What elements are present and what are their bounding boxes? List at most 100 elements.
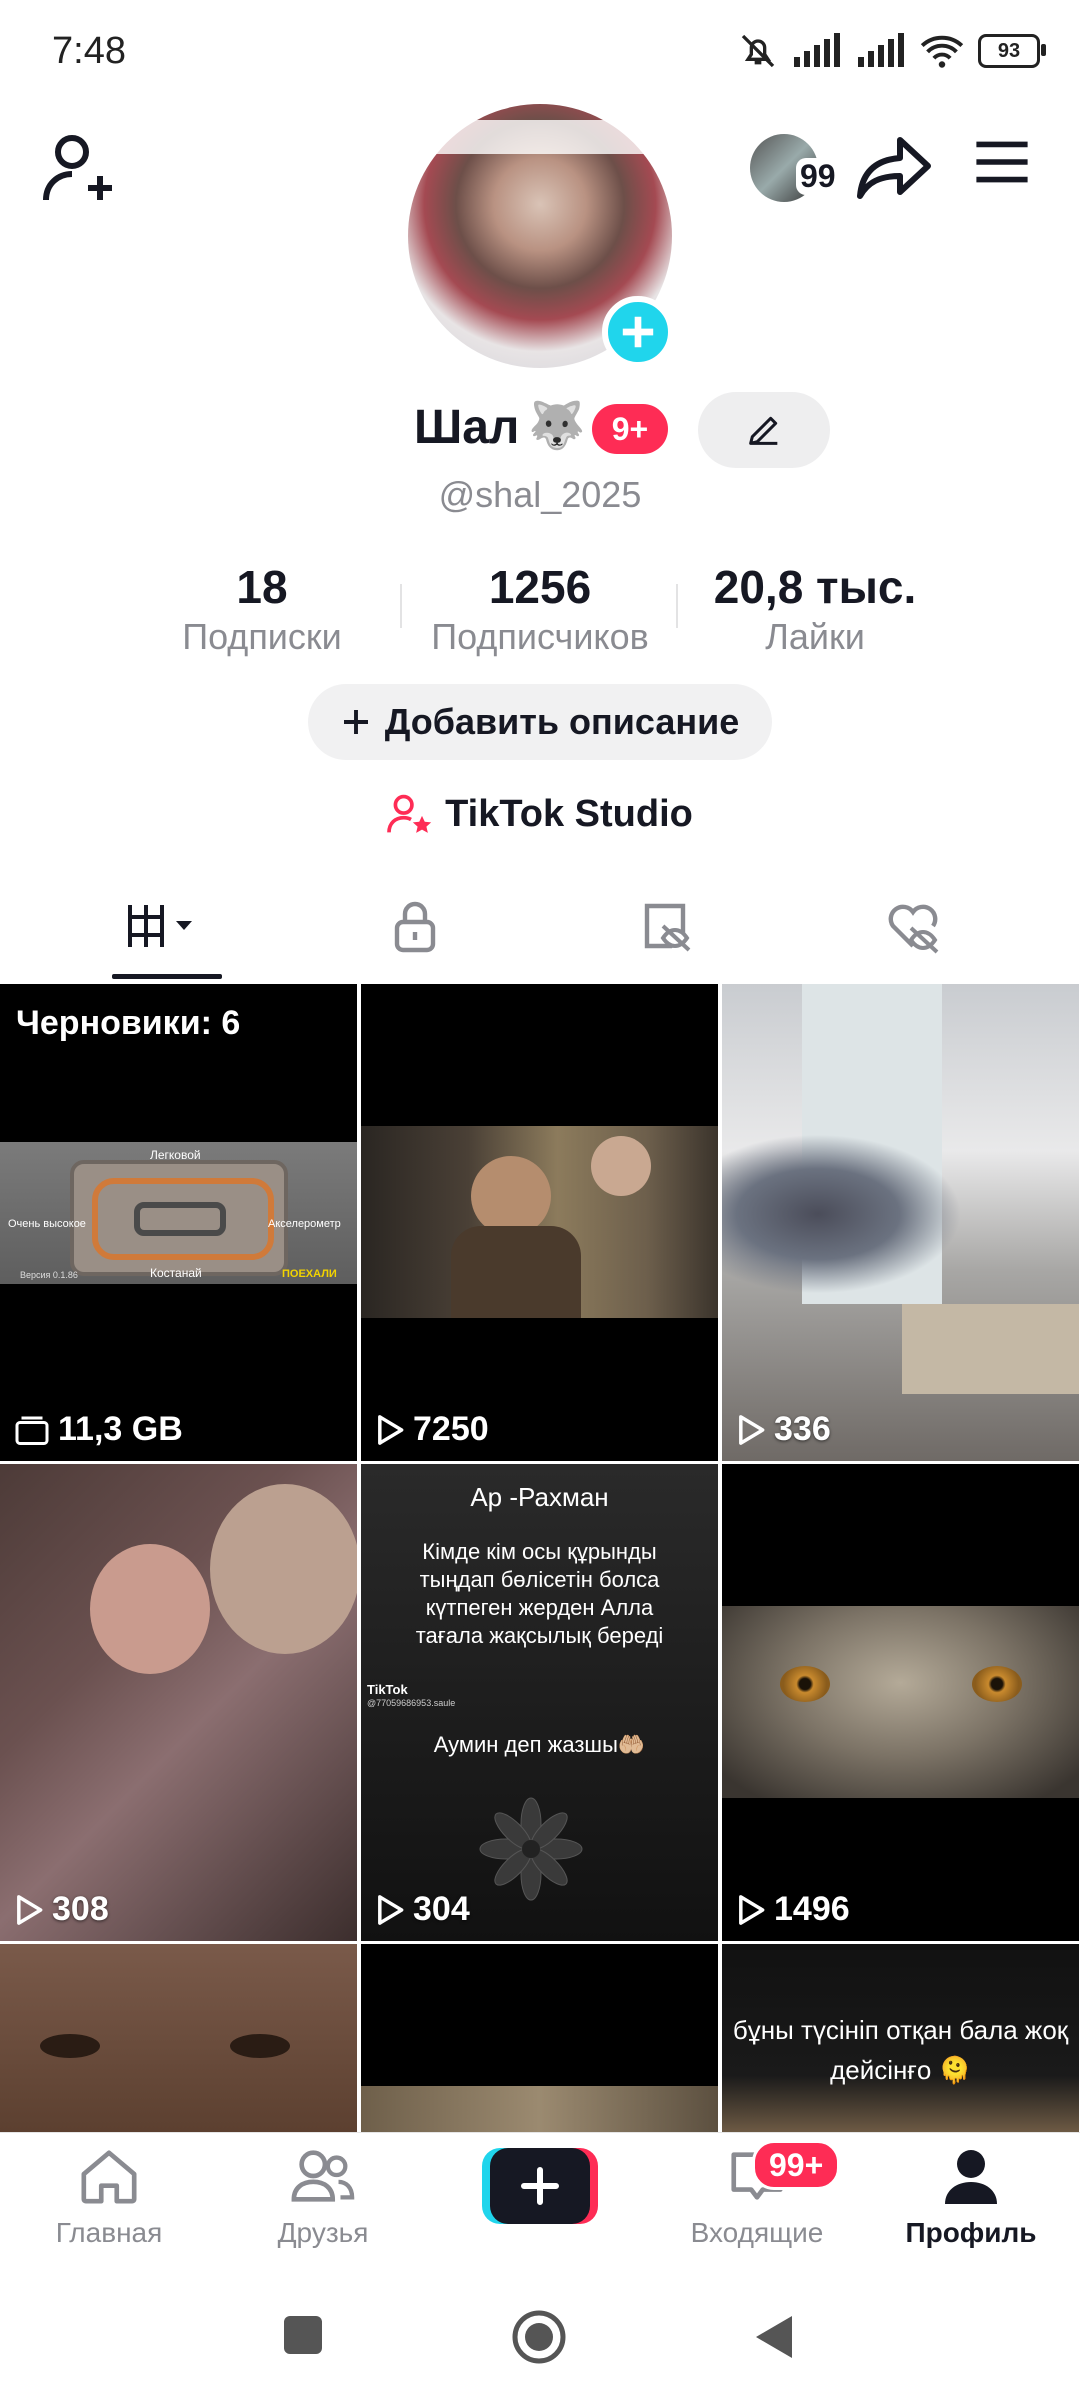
friends-icon [291,2150,355,2202]
person-star-icon [387,794,432,833]
add-bio-label: Добавить описание [384,701,740,742]
video-thumbnail [361,1126,718,1318]
signal-icon [794,33,840,67]
video-tile[interactable]: 7250 [361,984,718,1461]
notification-count: 99 [796,158,840,195]
thumb-face-eye-2 [230,2034,290,2058]
video-tile[interactable]: 1496 [722,1464,1079,1941]
thumb-figure-2 [591,1136,651,1196]
wolf-thumbnail [722,1606,1079,1798]
draft-thumbnail: Легковой Очень высокое Акселерометр Кост… [0,1142,357,1284]
video-views: 308 [14,1890,109,1929]
display-name: Шал [414,401,520,454]
stat-likes[interactable]: 20,8 тыс. Лайки [695,560,935,658]
nav-friends-label: Друзья [277,2217,369,2248]
view-count: 308 [52,1890,109,1928]
studio-label: TikTok Studio [445,792,693,835]
video-views: 304 [375,1890,470,1929]
video-tile[interactable] [0,1944,357,2132]
drafts-size-value: 11,3 GB [58,1410,183,1448]
nav-home[interactable]: Главная [24,2146,194,2249]
play-icon [17,1894,43,1925]
drafts-tile[interactable]: Черновики: 6 Легковой Очень высокое Аксе… [0,984,357,1461]
video-tile[interactable]: 336 [722,984,1079,1461]
post-title: Ар -Рахман [470,1482,609,1512]
battery-indicator: 93 [978,34,1046,68]
status-icons: 93 [738,28,1046,74]
mute-bell-icon [741,34,775,68]
draft-version: Версия 0.1.86 [20,1270,78,1280]
stat-value: 18 [236,561,288,613]
thumb-child-2 [210,1484,357,1654]
play-icon [739,1414,765,1445]
play-icon [378,1894,404,1925]
tab-tagged[interactable] [592,890,742,962]
post-footer: Аумин деп жазшы🤲🏼 [433,1732,646,1757]
tag-hidden-icon [644,903,691,952]
stat-label: Подписки [182,616,342,657]
flower-icon [479,1797,583,1901]
recents-icon[interactable] [284,2316,322,2354]
draft-bottom-label: Костанай [150,1266,202,1280]
back-icon[interactable] [752,2312,796,2362]
thumb-figure [471,1156,551,1236]
stat-value: 20,8 тыс. [713,561,917,613]
avatar-note-bubble[interactable] [404,120,668,154]
username: @shal_2025 [438,474,642,515]
video-tile[interactable] [361,1944,718,2132]
video-views: 7250 [375,1410,489,1449]
track-map [70,1160,288,1276]
tab-liked[interactable] [838,890,988,962]
tab-private[interactable] [340,890,490,962]
active-tab-indicator [112,974,222,979]
tab-videos[interactable] [92,890,242,962]
post-body: Кімде кім осы құрынды тыңдап бөлісетін б… [415,1539,664,1648]
home-circle-icon[interactable] [510,2308,568,2366]
wolf-eye-left [780,1666,830,1702]
nav-profile-label: Профиль [905,2217,1037,2248]
post-caption: бұны түсініп отқан бала жоқ дейсінғо 🫠 [732,2015,1069,2085]
stat-followers[interactable]: 1256 Подписчиков [420,560,660,658]
video-tile[interactable]: 308 [0,1464,357,1941]
nav-friends[interactable]: Друзья [238,2146,408,2249]
stat-divider [676,584,678,628]
draft-go-label: ПОЕХАЛИ [282,1268,337,1280]
drafts-label: Черновики: 6 [16,1004,241,1042]
video-views: 1496 [736,1890,850,1929]
draft-right-label: Акселерометр [268,1218,341,1230]
wolf-emoji: 🐺 [528,399,586,451]
avatar-add-button[interactable] [602,296,674,368]
view-count: 336 [774,1410,831,1448]
stat-label: Подписчиков [431,616,649,657]
add-friend-icon[interactable] [40,128,120,208]
profile-icon [945,2150,997,2204]
name-badge[interactable]: 9+ [592,404,668,454]
view-count: 304 [413,1890,470,1928]
track-path-inner [134,1202,226,1236]
add-bio-button[interactable]: Добавить описание [308,684,772,760]
stat-divider [400,584,402,628]
video-thumbnail [361,2086,718,2132]
wolf-eye-right [972,1666,1022,1702]
lock-icon [394,901,436,953]
share-icon[interactable] [856,128,936,208]
heart-hidden-icon [888,904,939,954]
status-time: 7:48 [52,30,126,72]
system-nav-bar [0,2272,1080,2400]
video-tile[interactable]: бұны түсініп отқан бала жоқ дейсінғо 🫠 [722,1944,1079,2132]
plus-icon [622,316,654,348]
play-icon [378,1414,404,1445]
thumb-face-eye [40,2034,100,2058]
menu-icon[interactable] [970,130,1034,194]
draft-left-label: Очень высокое [8,1218,86,1230]
view-count: 1496 [774,1890,850,1928]
drafts-stack-icon [15,1416,49,1445]
video-tile[interactable]: Ар -Рахман Кімде кім осы құрынды тыңдап … [361,1464,718,1941]
stat-following[interactable]: 18 Подписки [142,560,382,658]
watermark-handle: @77059686953.saule [367,1698,456,1708]
edit-profile-button[interactable] [698,392,830,468]
nav-profile[interactable]: Профиль [886,2146,1056,2249]
plus-icon [343,710,368,734]
tiktok-studio-link[interactable]: TikTok Studio [0,792,1080,836]
create-button[interactable] [482,2148,598,2224]
